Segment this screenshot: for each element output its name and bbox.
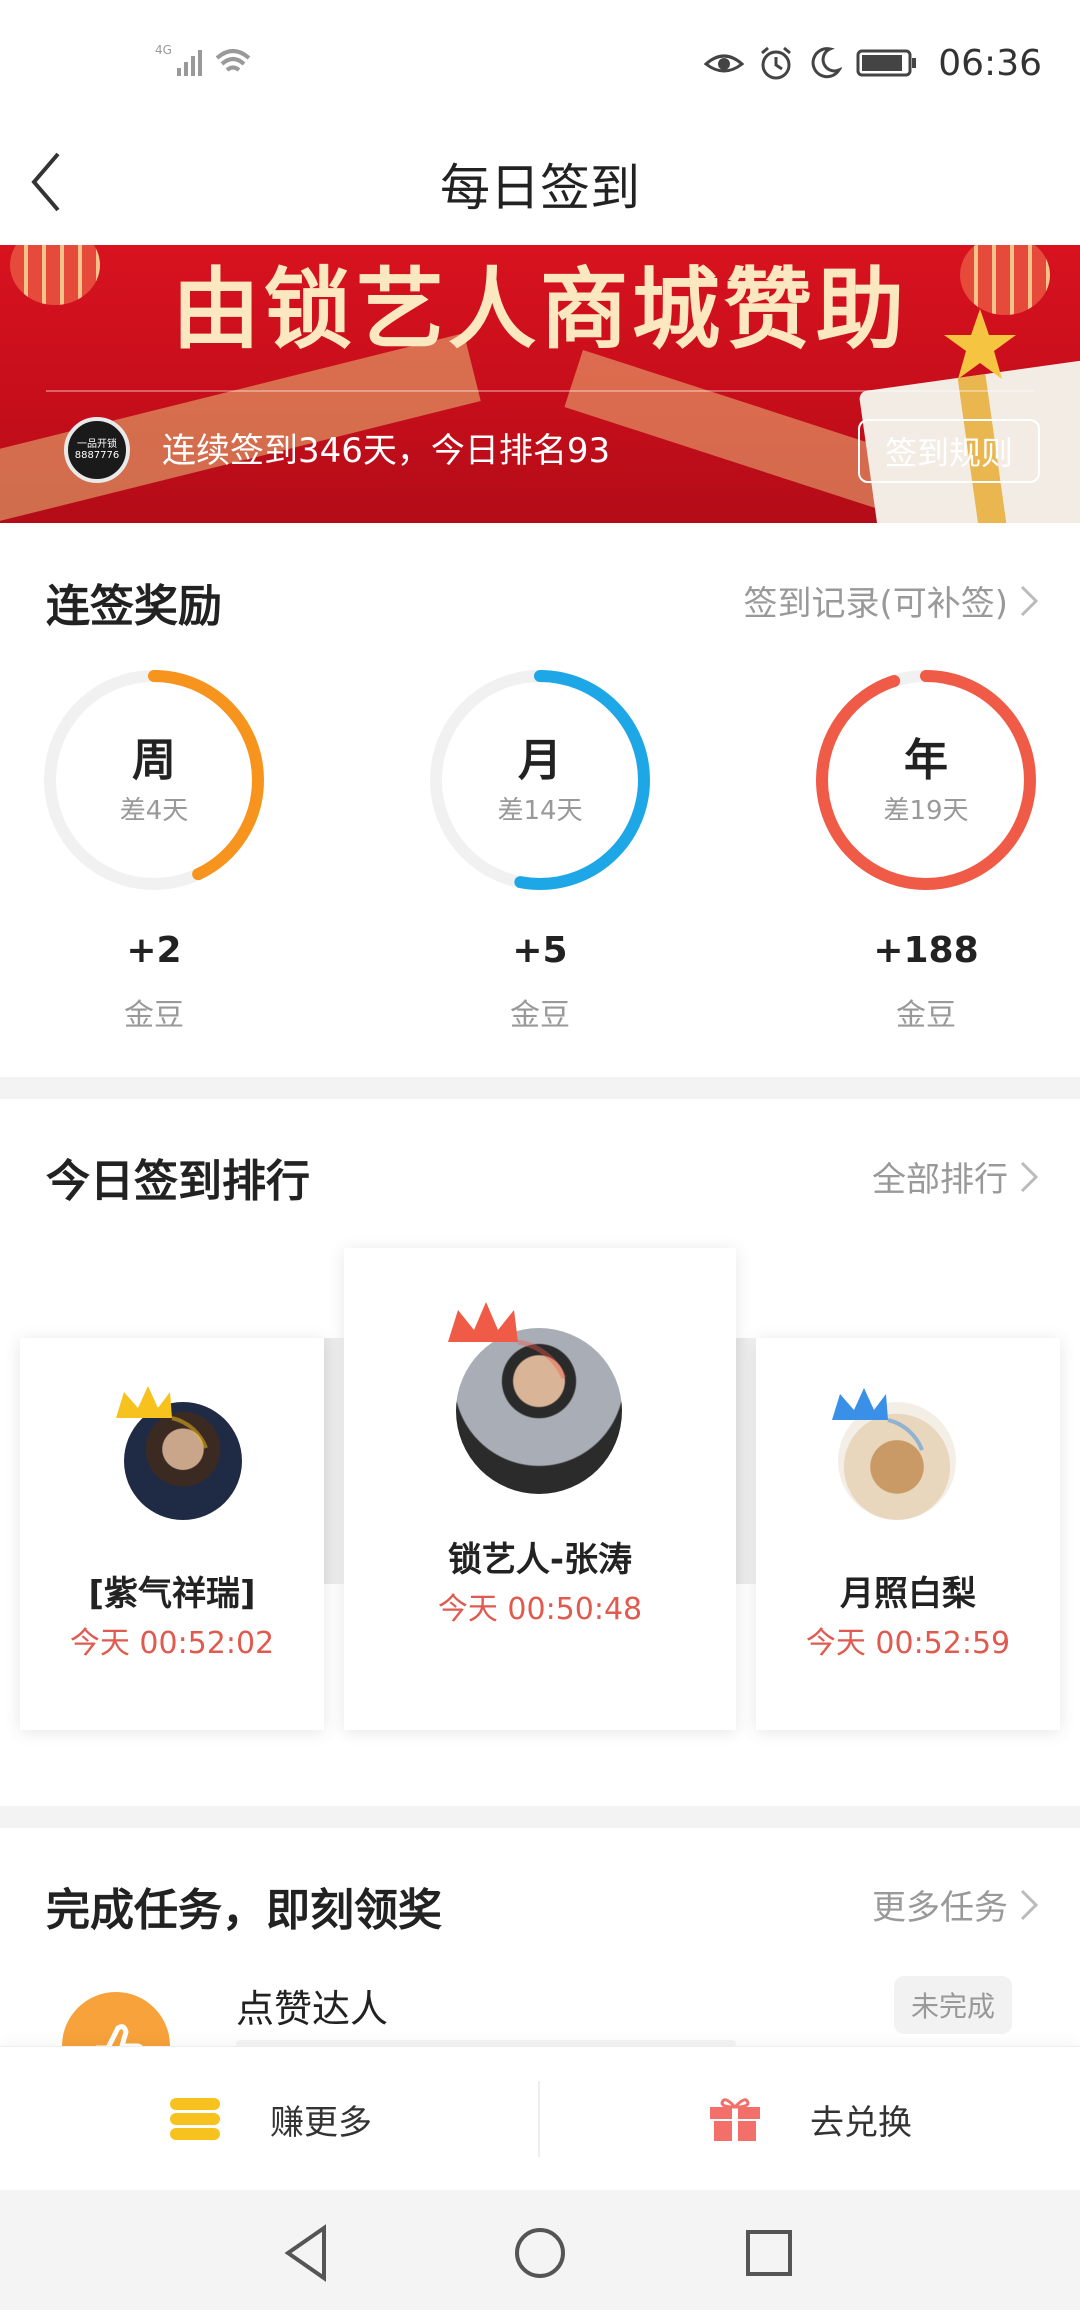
status-time: 06:36 [938,42,1042,84]
system-nav-bar [0,2190,1080,2310]
crown-icon [832,1388,924,1451]
bottom-action-bar: 赚更多 去兑换 [0,2046,1080,2190]
chevron-right-icon [1020,1161,1039,1192]
ring-label: 周 [132,735,176,786]
section-divider [0,1806,1080,1828]
gift-icon [710,2098,760,2141]
sign-in-records-link[interactable]: 签到记录(可补签) [743,576,1040,625]
year-reward-ring[interactable]: 年 差19天 [814,668,1038,892]
ring-remaining: 差4天 [119,796,189,826]
coin-stack-icon [170,2098,220,2140]
svg-text:4G: 4G [155,43,172,57]
streak-text: 连续签到346天，今日排名93 [162,431,611,471]
page-title: 每日签到 [440,159,640,217]
moon-icon [811,47,843,79]
rank-name: 月照白梨 [840,1574,976,1614]
ring-remaining: 差14天 [497,796,583,826]
rank-name: 锁艺人-张涛 [447,1540,633,1580]
ring-label: 年 [904,735,948,786]
earn-more-button[interactable]: 赚更多 [0,2047,540,2191]
reward-unit: 金豆 [896,998,956,1033]
status-bar: 4G 06:36 [0,0,1080,120]
reward-unit: 金豆 [124,998,184,1033]
home-circle-icon[interactable] [505,2218,575,2288]
exchange-button[interactable]: 去兑换 [540,2047,1080,2191]
rank-card-first[interactable]: 锁艺人-张涛 今天 00:50:48 [344,1248,736,1730]
rank-time: 今天 00:52:59 [805,1626,1011,1661]
rank-card-third[interactable]: 月照白梨 今天 00:52:59 [756,1338,1060,1730]
chevron-right-icon [1020,585,1039,616]
more-tasks-link[interactable]: 更多任务 [872,1880,1040,1929]
rank-card-second[interactable]: [紫气祥瑞] 今天 00:52:02 [20,1338,324,1730]
ranking-title: 今日签到排行 [46,1156,310,1207]
streak-rewards-title: 连签奖励 [46,581,222,632]
task-name: 点赞达人 [236,1987,389,2031]
ring-label: 月 [518,735,562,786]
eye-icon [704,54,745,73]
battery-icon [856,49,917,77]
rank-name: [紫气祥瑞] [88,1574,256,1614]
back-triangle-icon[interactable] [274,2218,344,2288]
reward-amount: +5 [512,930,568,971]
sign-in-rules-button[interactable]: 签到规则 [858,419,1040,483]
rank-time: 今天 00:50:48 [437,1592,643,1627]
section-divider [0,1077,1080,1099]
top-nav: 每日签到 [0,120,1080,245]
sponsor-logo: 一品开锁 8887776 [64,417,130,483]
crown-icon [116,1386,208,1449]
reward-amount: +188 [873,930,979,971]
reward-amount: +2 [126,930,182,971]
signal-wifi-icon: 4G [155,43,251,76]
ring-remaining: 差19天 [883,796,969,826]
chevron-right-icon [1020,1889,1039,1920]
week-reward-ring[interactable]: 周 差4天 [42,668,266,892]
crown-icon [448,1302,567,1380]
month-reward-ring[interactable]: 月 差14天 [428,668,652,892]
rank-time: 今天 00:52:02 [69,1626,275,1661]
alarm-icon [761,46,792,80]
recents-square-icon[interactable] [734,2218,804,2288]
task-status-badge: 未完成 [894,1976,1012,2034]
reward-unit: 金豆 [510,998,570,1033]
tasks-title: 完成任务，即刻领奖 [46,1885,442,1936]
all-ranking-link[interactable]: 全部排行 [872,1152,1040,1201]
sponsor-banner: 由锁艺人商城赞助 一品开锁 8887776 连续签到346天，今日排名93 签到… [0,245,1080,523]
banner-title: 由锁艺人商城赞助 [171,258,908,361]
